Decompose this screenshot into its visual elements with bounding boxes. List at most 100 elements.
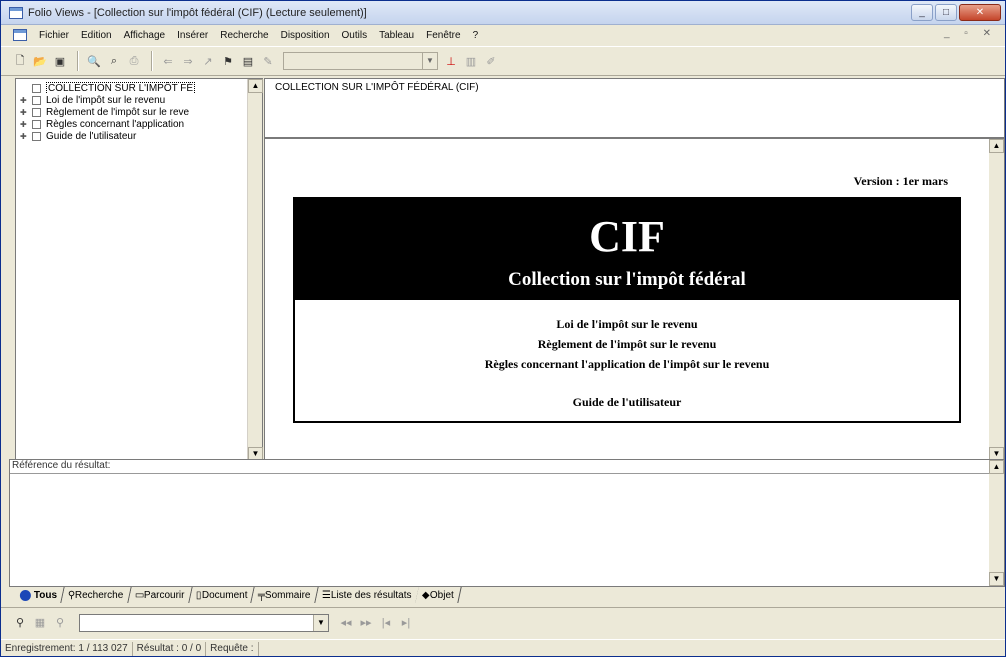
toolbar-separator [77,51,79,71]
tab-objet[interactable]: ◆ Objet [415,587,462,603]
toc-item-reglement[interactable]: ✚ Règlement de l'impôt sur le reve [20,106,258,118]
banner-title: CIF [589,212,665,261]
view-icon[interactable]: ▤ [239,52,257,70]
menu-edition[interactable]: Edition [75,30,118,41]
toc-item-label: Loi de l'impôt sur le revenu [46,94,166,106]
banner-links: Loi de l'impôt sur le revenu Règlement d… [295,300,959,421]
results-scrollbar[interactable]: ▲ ▼ [989,460,1004,586]
bookmark-icon[interactable]: ⚑ [219,52,237,70]
document-pane[interactable]: Version : 1er mars CIF Collection sur l'… [264,138,1005,462]
underline-icon[interactable]: ⊥ [442,52,460,70]
status-bar: Enregistrement: 1 / 113 027 Résultat : 0… [1,639,1005,657]
toc-item-guide[interactable]: ✚ Guide de l'utilisateur [20,130,258,142]
result-status: Résultat : 0 / 0 [133,641,207,656]
link-regles[interactable]: Règles concernant l'application de l'imp… [295,354,959,374]
print-preview-icon[interactable]: 🔍 [85,52,103,70]
tab-label: Recherche [75,589,124,601]
next-hit-icon[interactable]: ▸▸ [357,614,375,632]
toc-item-label: Règles concernant l'application [46,118,185,130]
toc-item-loi[interactable]: ✚ Loi de l'impôt sur le revenu [20,94,258,106]
expand-icon[interactable]: ✚ [20,120,30,129]
link-reglement[interactable]: Règlement de l'impôt sur le revenu [295,334,959,354]
menu-tableau[interactable]: Tableau [373,30,420,41]
menu-fenetre[interactable]: Fenêtre [420,30,466,41]
toc-item-root[interactable]: COLLECTION SUR L'IMPÔT FÉ [20,82,258,94]
bold-icon[interactable]: ▥ [462,52,480,70]
banner-subtitle: Collection sur l'impôt fédéral [508,269,746,290]
toolbar-separator [151,51,153,71]
window-title: Folio Views - [Collection sur l'impôt fé… [28,6,367,19]
menu-affichage[interactable]: Affichage [118,30,172,41]
menu-recherche[interactable]: Recherche [214,30,274,41]
table-of-contents-pane[interactable]: COLLECTION SUR L'IMPÔT FÉ ✚ Loi de l'impô… [15,78,263,462]
title-banner: CIF Collection sur l'impôt fédéral Loi d… [293,197,961,423]
first-hit-icon[interactable]: |◂ [377,614,395,632]
expand-icon[interactable]: ✚ [20,96,30,105]
close-button[interactable]: ✕ [959,4,1001,21]
marker-icon[interactable]: ✐ [482,52,500,70]
chevron-down-icon[interactable]: ▼ [422,53,437,69]
menu-disposition[interactable]: Disposition [275,30,336,41]
tab-tous[interactable]: Tous [13,587,65,603]
mdi-window-controls[interactable]: _ ▫ ✕ [944,28,997,39]
expand-icon[interactable]: ✚ [20,132,30,141]
forward-icon[interactable]: ⇒ [179,52,197,70]
checkbox-icon[interactable] [32,95,41,105]
toc-item-label: COLLECTION SUR L'IMPÔT FÉ [46,82,196,94]
scroll-up-icon[interactable]: ▲ [248,79,263,93]
document-icon[interactable] [13,29,27,41]
back-icon[interactable]: ⇐ [159,52,177,70]
link-guide[interactable]: Guide de l'utilisateur [295,392,959,412]
tab-liste-resultats[interactable]: ☰ Liste des résultats [314,587,419,603]
last-hit-icon[interactable]: ▸| [397,614,415,632]
application-window: Folio Views - [Collection sur l'impôt fé… [0,0,1006,657]
minimize-button[interactable]: _ [911,4,933,21]
previous-hit-icon[interactable]: ◂◂ [337,614,355,632]
menu-help[interactable]: ? [467,30,485,41]
save-icon[interactable]: ▣ [51,52,69,70]
document-scrollbar[interactable]: ▲ ▼ [989,139,1004,461]
maximize-button[interactable]: □ [935,4,957,21]
print-icon[interactable]: ⎙ [125,52,143,70]
tab-document[interactable]: ▯ Document [189,587,255,603]
tab-recherche[interactable]: ⚲ Recherche [61,587,132,603]
highlight-icon[interactable]: ✎ [259,52,277,70]
checkbox-icon[interactable] [32,131,41,141]
menu-inserer[interactable]: Insérer [171,30,214,41]
scroll-down-icon[interactable]: ▼ [989,572,1004,586]
jump-icon[interactable]: ↗ [199,52,217,70]
results-header: Référence du résultat: [10,460,1004,474]
toc-item-regles[interactable]: ✚ Règles concernant l'application [20,118,258,130]
chevron-down-icon[interactable]: ▼ [313,614,328,631]
scroll-up-icon[interactable]: ▲ [989,460,1004,474]
link-loi[interactable]: Loi de l'impôt sur le revenu [295,314,959,334]
tab-label: Liste des résultats [330,589,412,601]
menu-bar: Fichier Edition Affichage Insérer Recher… [1,26,1005,44]
toc-scrollbar[interactable]: ▲ ▼ [247,79,263,461]
checkbox-icon[interactable] [32,107,41,117]
new-icon[interactable]: 🗋 [11,52,29,70]
clear-query-icon[interactable]: ⚲ [51,614,69,632]
find-icon[interactable]: ⌕ [105,52,123,70]
tab-label: Tous [34,589,58,601]
checkbox-icon[interactable] [32,83,41,93]
search-icon[interactable]: ⚲ [11,614,29,632]
results-pane[interactable]: Référence du résultat: ▲ ▼ [9,459,1005,587]
title-bar[interactable]: Folio Views - [Collection sur l'impôt fé… [1,1,1005,25]
menu-outils[interactable]: Outils [336,30,374,41]
expand-icon[interactable]: ✚ [20,108,30,117]
object-icon: ◆ [422,589,430,601]
query-list-icon[interactable]: ▦ [31,614,49,632]
open-icon[interactable]: 📂 [31,52,49,70]
tab-parcourir[interactable]: ▭ Parcourir [128,587,193,603]
scroll-up-icon[interactable]: ▲ [989,139,1004,153]
style-combo[interactable]: ▼ [283,52,438,70]
tab-label: Sommaire [265,589,311,601]
tab-sommaire[interactable]: ╤ Sommaire [251,587,319,603]
app-icon [9,6,23,19]
list-icon: ☰ [321,589,331,601]
tab-label: Parcourir [144,589,185,601]
query-input[interactable]: ▼ [79,613,329,632]
checkbox-icon[interactable] [32,119,41,129]
menu-fichier[interactable]: Fichier [33,30,75,41]
